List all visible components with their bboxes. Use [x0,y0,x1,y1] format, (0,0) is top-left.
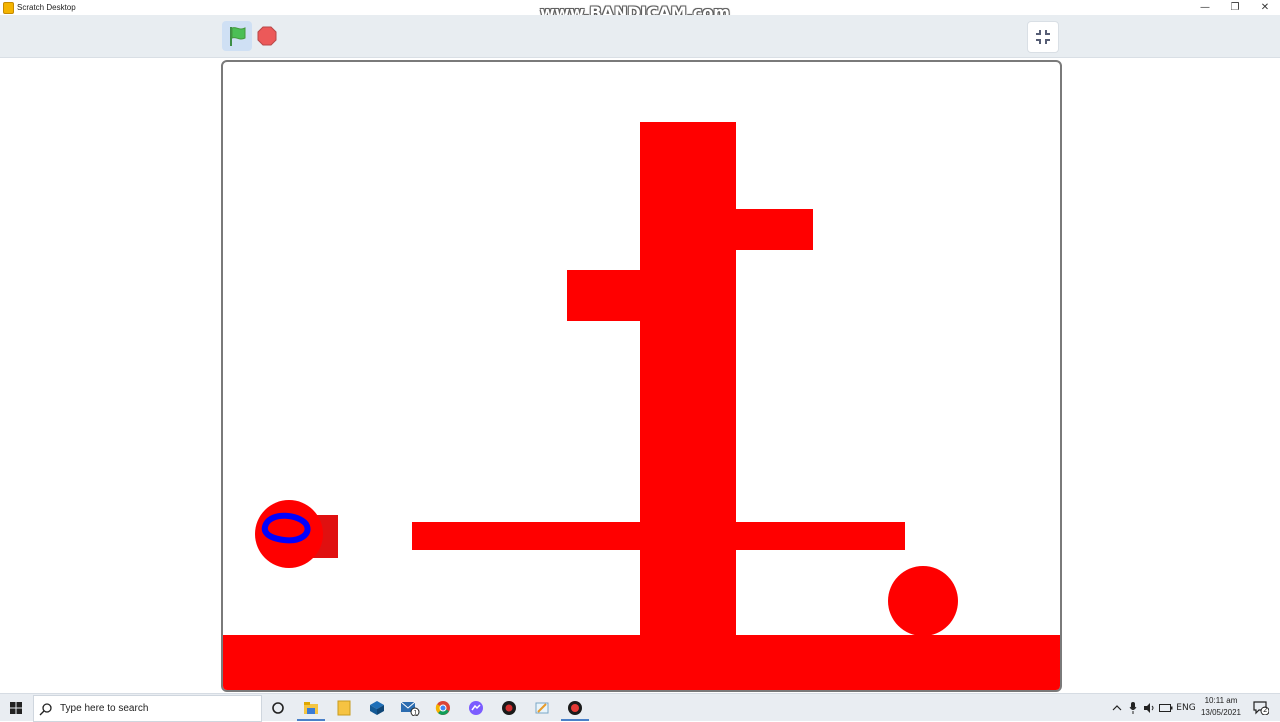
microphone-icon[interactable] [1126,694,1140,721]
clock-time: 10:11 am [1204,696,1238,705]
action-center-button[interactable]: 2 [1250,694,1272,721]
bandicam-icon[interactable] [561,696,589,721]
mail-icon[interactable]: 1 [396,696,424,719]
file-explorer-icon[interactable] [297,696,325,721]
clock-date: 13/05/2021 [1200,708,1242,717]
sticky-notes-icon[interactable] [330,696,358,719]
notification-count: 2 [1263,706,1268,714]
cortana-icon[interactable] [264,696,292,719]
stop-button[interactable] [256,21,278,51]
taskbar-clock[interactable]: 10:11 am 13/05/2021 [1195,695,1247,719]
upper-right-ledge [736,209,813,250]
battery-icon[interactable] [1158,694,1174,721]
windows-taskbar: 1 ENG 10:11 am 13/05/2021 2 [0,693,1280,722]
search-input[interactable] [58,702,252,715]
language-indicator[interactable]: ENG [1176,694,1196,721]
messenger-icon[interactable] [462,696,490,719]
search-icon [39,702,52,715]
volume-icon[interactable] [1142,694,1156,721]
window-title: Scratch Desktop [17,3,76,12]
exit-fullscreen-button[interactable] [1027,21,1059,53]
3d-builder-icon[interactable] [363,696,391,719]
upper-left-ledge [567,270,640,321]
horizontal-bar-left [412,522,640,550]
close-button[interactable]: ✕ [1250,0,1280,15]
unfullscreen-icon [1036,30,1050,44]
green-flag-icon [230,27,246,46]
start-button[interactable] [0,694,32,721]
chrome-icon[interactable] [429,696,457,719]
window-controls: — ❐ ✕ [1190,0,1280,15]
paint-icon[interactable] [528,696,556,719]
app-icon[interactable] [495,696,523,719]
minimize-button[interactable]: — [1190,0,1220,15]
stage[interactable] [221,60,1062,692]
title-bar: Scratch Desktop www.BANDICAM.com — ❐ ✕ [0,0,1280,22]
windows-logo-icon [10,701,22,714]
horizontal-bar-right [736,522,905,550]
player-sprite[interactable] [254,498,340,570]
tray-overflow-icon[interactable] [1110,694,1124,721]
green-flag-button[interactable] [222,21,252,51]
center-pillar [640,122,736,635]
svg-text:1: 1 [414,709,418,716]
ground-platform [223,635,1060,690]
restore-button[interactable]: ❐ [1220,0,1250,15]
taskbar-search[interactable] [33,695,262,722]
scratch-app-icon [3,1,14,14]
goal-ball-sprite[interactable] [887,565,959,637]
stop-icon [257,26,277,46]
stage-toolbar [0,15,1280,58]
